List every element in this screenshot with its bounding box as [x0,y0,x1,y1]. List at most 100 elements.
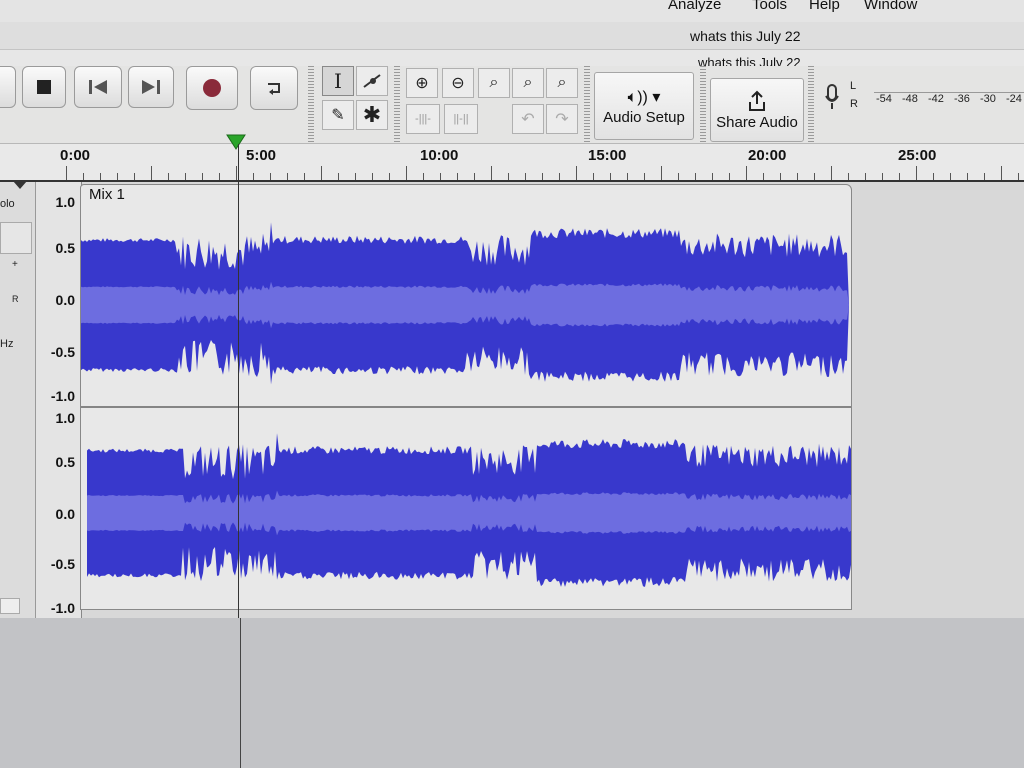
fit-selection-icon: ⌕ [489,74,499,91]
audio-clip[interactable]: Mix 1 [80,184,852,610]
meter-tick: -48 [902,93,918,105]
toolbar-grip[interactable] [394,66,400,142]
zoom-in-button[interactable]: ⊕ [406,68,438,98]
track-menu-icon[interactable] [10,178,30,192]
ruler-tick [321,166,322,180]
asterisk-icon: ✱ [362,102,382,127]
menu-bar: Analyze Tools Help Window [0,0,1024,22]
track-select-button[interactable] [0,598,20,614]
trim-audio-button[interactable]: -|||- [406,104,440,134]
meter-tick: -24 [1006,93,1022,105]
skip-to-start-button[interactable] [74,66,122,108]
empty-track-space[interactable] [0,618,1024,768]
ruler-tick [831,166,832,180]
ruler-tick [355,173,356,180]
redo-button[interactable]: ↷ [546,104,578,134]
ruler-tick [202,173,203,180]
zoom-toggle-icon: ⌕ [557,74,567,91]
toolbar-grip[interactable] [808,66,814,142]
toolbar-grip[interactable] [584,66,590,142]
share-audio-button[interactable]: Share Audio [710,78,804,142]
share-icon [749,90,765,111]
zoom-out-button[interactable]: ⊖ [442,68,474,98]
multi-tool-button[interactable]: ✱ [356,100,388,130]
ruler-tick [763,173,764,180]
fit-project-button[interactable]: ⌕ [512,68,544,98]
track-control-panel[interactable]: olo + R Hz [0,181,36,618]
redo-icon: ↷ [555,111,569,128]
envelope-tool-button[interactable] [356,66,388,96]
track-area: olo + R Hz 1.0 0.5 0.0 -0.5 -1.0 1.0 0.5… [0,144,1024,618]
rate-label: Hz [0,338,14,350]
ruler-tick [559,173,560,180]
vertical-scale[interactable]: 1.0 0.5 0.0 -0.5 -1.0 1.0 0.5 0.0 -0.5 -… [36,182,82,618]
gain-slider-box[interactable] [0,222,32,254]
draw-tool-button[interactable]: ✎ [322,100,354,130]
scale-label: 0.0 [55,506,75,522]
menu-help[interactable]: Help [809,0,840,13]
toolbar-grip[interactable] [700,66,706,142]
selection-tool-button[interactable]: I [322,66,354,96]
ruler-tick [440,173,441,180]
ruler-tick [372,173,373,180]
scale-label: 0.0 [55,292,75,308]
recording-meter[interactable]: L R -54 -48 -42 -36 -30 -24 [818,80,1024,116]
loop-button[interactable] [250,66,298,110]
timeline-ruler[interactable]: 0:00 5:00 10:00 15:00 20:00 25:00 [0,134,1024,182]
ruler-tick [746,166,747,180]
main-toolbar: I ✎ ✱ ⊕ ⊖ ⌕ ⌕ ⌕ -|||- ||-|| ↶ ↷ 🔈︎)) ▾ A… [0,66,1024,144]
ruler-tick [882,173,883,180]
ruler-tick [678,173,679,180]
loop-icon [268,83,280,95]
audio-setup-button[interactable]: 🔈︎)) ▾ Audio Setup [594,72,694,140]
window-title-bar: whats this July 22 [0,22,1024,50]
ruler-tick [1018,173,1019,180]
skip-to-end-icon [142,80,160,94]
pause-button[interactable] [0,66,16,108]
gain-plus-label: + [12,259,18,270]
microphone-icon [825,84,839,109]
scale-label: -0.5 [50,556,75,572]
ruler-tick [967,173,968,180]
ruler-tick [287,173,288,180]
toolbar-grip[interactable] [308,66,314,142]
waveform[interactable] [81,207,851,607]
ruler-tick [780,173,781,180]
stop-button[interactable] [22,66,66,108]
scale-label: -1.0 [50,388,75,404]
meter-scale: -54 -48 -42 -36 -30 -24 [874,92,1024,106]
speaker-dropdown-icon: 🔈︎)) ▾ [627,88,661,106]
menu-analyze[interactable]: Analyze [668,0,721,13]
ruler-tick [270,173,271,180]
ruler-tick [627,173,628,180]
pencil-icon: ✎ [331,107,345,124]
undo-button[interactable]: ↶ [512,104,544,134]
record-button[interactable] [186,66,238,110]
ruler-tick [729,173,730,180]
ruler-tick [491,166,492,180]
ruler-tick [542,173,543,180]
ruler-tick [389,173,390,180]
menu-window[interactable]: Window [864,0,917,13]
ruler-tick [236,166,237,180]
solo-button-label[interactable]: olo [0,198,15,210]
scale-label: 1.0 [55,410,75,426]
ruler-tick [695,173,696,180]
ruler-label: 25:00 [898,147,937,164]
fit-selection-button[interactable]: ⌕ [478,68,510,98]
skip-to-end-button[interactable] [128,66,174,108]
silence-icon: ||-|| [453,113,469,125]
menu-tools[interactable]: Tools [752,0,787,13]
ruler-tick [610,173,611,180]
meter-left-channel: L [850,80,857,92]
clip-title[interactable]: Mix 1 [89,186,125,203]
ruler-tick [151,166,152,180]
silence-audio-button[interactable]: ||-|| [444,104,478,134]
ruler-tick [457,173,458,180]
zoom-toggle-button[interactable]: ⌕ [546,68,578,98]
ruler-tick [848,173,849,180]
playhead-marker-icon[interactable] [226,134,246,150]
stop-icon [37,80,51,94]
ruler-tick [406,166,407,180]
zoom-in-icon: ⊕ [415,75,429,92]
